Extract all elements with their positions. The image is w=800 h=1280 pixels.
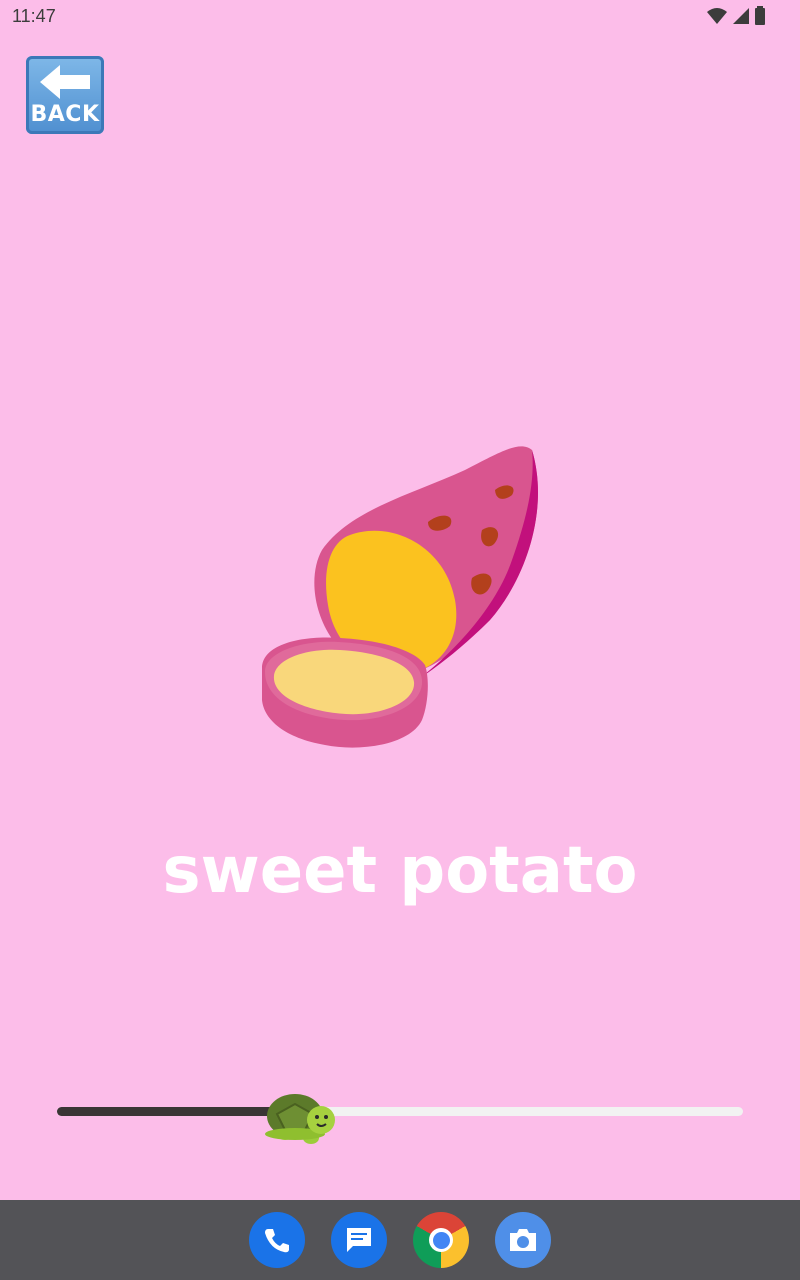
status-time: 11:47 bbox=[12, 6, 56, 26]
wifi-icon bbox=[707, 8, 727, 24]
status-bar: 11:47 bbox=[0, 0, 800, 32]
speed-slider[interactable] bbox=[57, 1090, 743, 1150]
status-icons bbox=[706, 6, 766, 26]
turtle-icon[interactable] bbox=[259, 1090, 339, 1152]
camera-app-icon[interactable] bbox=[495, 1212, 551, 1268]
back-button[interactable]: BACK bbox=[26, 56, 104, 134]
messages-app-icon[interactable] bbox=[331, 1212, 387, 1268]
phone-app-icon[interactable] bbox=[249, 1212, 305, 1268]
back-arrow-icon bbox=[40, 65, 90, 99]
nav-bar bbox=[0, 1200, 800, 1280]
chrome-app-icon[interactable] bbox=[413, 1212, 469, 1268]
cell-signal-icon bbox=[733, 8, 749, 24]
back-label: BACK bbox=[30, 102, 100, 127]
sweet-potato-icon bbox=[262, 446, 538, 748]
word-label: sweet potato bbox=[162, 834, 638, 908]
battery-icon bbox=[755, 6, 765, 25]
